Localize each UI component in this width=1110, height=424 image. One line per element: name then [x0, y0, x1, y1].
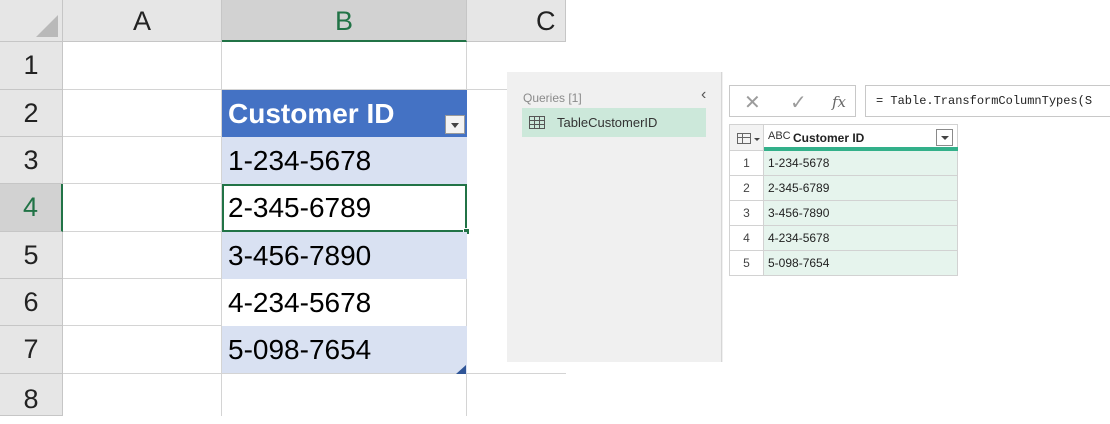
cancel-icon[interactable]: ✕: [744, 90, 761, 115]
gridline: [63, 373, 566, 374]
column-filter-button[interactable]: [936, 129, 953, 146]
filter-dropdown-button[interactable]: [445, 115, 465, 134]
queries-pane: Queries [1] ‹ TableCustomerID: [507, 72, 722, 362]
formula-buttons: ✕ ✓ fx: [729, 85, 856, 117]
table-cell-b7[interactable]: 5-098-7654: [222, 326, 467, 373]
table-row: 1 1-234-5678: [729, 151, 958, 176]
table-cell-b3[interactable]: 1-234-5678: [222, 137, 467, 184]
fx-icon[interactable]: fx: [832, 93, 846, 111]
text-type-icon[interactable]: ABC: [768, 130, 791, 142]
excel-sheet: A B C 1 2 3 4 5 6 7 8 Customer ID 1-234-…: [0, 0, 566, 416]
check-icon[interactable]: ✓: [790, 90, 807, 115]
gridline: [63, 183, 222, 184]
collapse-pane-icon[interactable]: ‹: [701, 86, 706, 104]
row-value[interactable]: 2-345-6789: [764, 176, 958, 201]
table-row: 2 2-345-6789: [729, 176, 958, 201]
query-main-area: ✕ ✓ fx = Table.TransformColumnTypes(S AB…: [723, 72, 1110, 362]
table-cell-b4-active[interactable]: 2-345-6789: [222, 184, 467, 232]
row-header-5[interactable]: 5: [0, 232, 63, 279]
row-number[interactable]: 1: [729, 151, 764, 176]
table-header-customer-id[interactable]: Customer ID: [222, 90, 467, 137]
row-value[interactable]: 5-098-7654: [764, 251, 958, 276]
row-number[interactable]: 3: [729, 201, 764, 226]
gridline: [63, 325, 222, 326]
table-icon: [529, 116, 545, 129]
queries-title: Queries [1]: [523, 91, 582, 105]
power-query-editor: Queries [1] ‹ TableCustomerID ✕ ✓ fx = T…: [507, 72, 1110, 362]
row-header-3[interactable]: 3: [0, 137, 63, 184]
row-header-6[interactable]: 6: [0, 279, 63, 326]
row-number[interactable]: 5: [729, 251, 764, 276]
row-header-1[interactable]: 1: [0, 42, 63, 90]
column-header-a[interactable]: A: [63, 0, 222, 42]
formula-input[interactable]: = Table.TransformColumnTypes(S: [865, 85, 1110, 117]
chevron-down-icon: [754, 138, 760, 141]
table-resize-handle[interactable]: [456, 365, 466, 374]
row-header-7[interactable]: 7: [0, 326, 63, 374]
row-number[interactable]: 2: [729, 176, 764, 201]
select-all-corner[interactable]: [0, 0, 63, 42]
row-header-2[interactable]: 2: [0, 90, 63, 137]
column-header-b[interactable]: B: [222, 0, 467, 42]
table-row: 3 3-456-7890: [729, 201, 958, 226]
table-grid-icon: [737, 133, 751, 144]
row-header-8[interactable]: 8: [0, 374, 63, 416]
column-header-c[interactable]: C: [467, 0, 566, 42]
gridline: [63, 136, 222, 137]
query-name: TableCustomerID: [557, 115, 658, 130]
row-value[interactable]: 4-234-5678: [764, 226, 958, 251]
row-header-4[interactable]: 4: [0, 184, 63, 232]
table-menu-button[interactable]: [729, 124, 764, 151]
gridline: [63, 278, 222, 279]
table-cell-b6[interactable]: 4-234-5678: [222, 279, 467, 326]
formula-bar: ✕ ✓ fx = Table.TransformColumnTypes(S: [723, 85, 1110, 119]
row-value[interactable]: 3-456-7890: [764, 201, 958, 226]
column-header-customer-id[interactable]: ABC Customer ID: [764, 124, 958, 151]
table-cell-b5[interactable]: 3-456-7890: [222, 232, 467, 279]
table-row: 5 5-098-7654: [729, 251, 958, 276]
gridline: [63, 231, 222, 232]
row-value[interactable]: 1-234-5678: [764, 151, 958, 176]
row-number[interactable]: 4: [729, 226, 764, 251]
select-all-triangle-icon: [36, 15, 58, 37]
table-row: 4 4-234-5678: [729, 226, 958, 251]
column-name: Customer ID: [793, 131, 865, 145]
query-item-tablecustomerid[interactable]: TableCustomerID: [522, 108, 706, 137]
